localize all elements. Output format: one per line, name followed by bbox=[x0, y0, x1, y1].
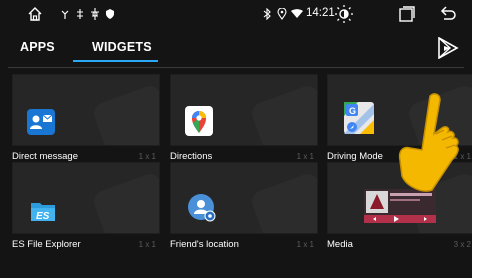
widget-preview: ES bbox=[12, 162, 160, 234]
wifi-icon bbox=[291, 6, 303, 22]
widget-size: 1 x 1 bbox=[296, 152, 314, 161]
svg-text:ES: ES bbox=[36, 211, 50, 222]
friends-location-icon bbox=[187, 193, 217, 223]
shield-icon bbox=[104, 6, 116, 22]
screen-edge bbox=[472, 0, 482, 278]
usb-icon bbox=[88, 6, 102, 22]
widget-label: ES File Explorer bbox=[12, 239, 81, 250]
widget-label: Direct message bbox=[12, 151, 78, 162]
tab-widgets[interactable]: WIDGETS bbox=[92, 40, 152, 54]
back-icon[interactable] bbox=[440, 5, 458, 23]
widget-label: Friend's location bbox=[170, 239, 239, 250]
widget-label: Driving Mode bbox=[327, 151, 383, 162]
widget-directions[interactable]: Directions 1 x 1 bbox=[170, 74, 318, 164]
play-store-icon[interactable] bbox=[436, 37, 460, 59]
brightness-icon[interactable] bbox=[334, 4, 354, 24]
recent-apps-icon[interactable] bbox=[398, 5, 416, 23]
status-clock: 14:21 bbox=[306, 7, 335, 19]
widget-preview bbox=[170, 74, 318, 146]
home-icon[interactable] bbox=[26, 6, 44, 22]
tab-apps[interactable]: APPS bbox=[20, 40, 55, 54]
widget-size: 1 x 1 bbox=[138, 240, 156, 249]
pointing-hand-icon bbox=[398, 93, 459, 192]
tab-divider bbox=[8, 67, 464, 68]
widgets-screen: 14:21 APPS WIDGETS Direct message 1 x 1 bbox=[0, 0, 475, 278]
usb-icon bbox=[74, 6, 86, 22]
bluetooth-icon bbox=[262, 6, 272, 22]
widget-preview bbox=[170, 162, 318, 234]
es-file-explorer-icon: ES bbox=[29, 197, 57, 223]
widget-size: 3 x 2 bbox=[453, 240, 471, 249]
location-icon bbox=[277, 6, 287, 22]
widget-label: Directions bbox=[170, 151, 213, 162]
status-bar: 14:21 bbox=[0, 0, 472, 28]
active-tab-indicator bbox=[73, 60, 158, 62]
usb-icon bbox=[60, 6, 72, 22]
tab-bar: APPS WIDGETS bbox=[0, 28, 472, 68]
direct-message-icon bbox=[27, 109, 55, 135]
driving-mode-icon: G bbox=[344, 102, 374, 134]
widget-es-file-explorer[interactable]: ES ES File Explorer 1 x 1 bbox=[12, 162, 160, 252]
widget-preview bbox=[12, 74, 160, 146]
widget-direct-message[interactable]: Direct message 1 x 1 bbox=[12, 74, 160, 164]
widget-size: 1 x 1 bbox=[138, 152, 156, 161]
google-maps-icon bbox=[185, 106, 213, 136]
widget-label: Media bbox=[327, 239, 353, 250]
widget-size: 1 x 1 bbox=[296, 240, 314, 249]
widget-friends-location[interactable]: Friend's location 1 x 1 bbox=[170, 162, 318, 252]
svg-text:G: G bbox=[349, 106, 356, 116]
